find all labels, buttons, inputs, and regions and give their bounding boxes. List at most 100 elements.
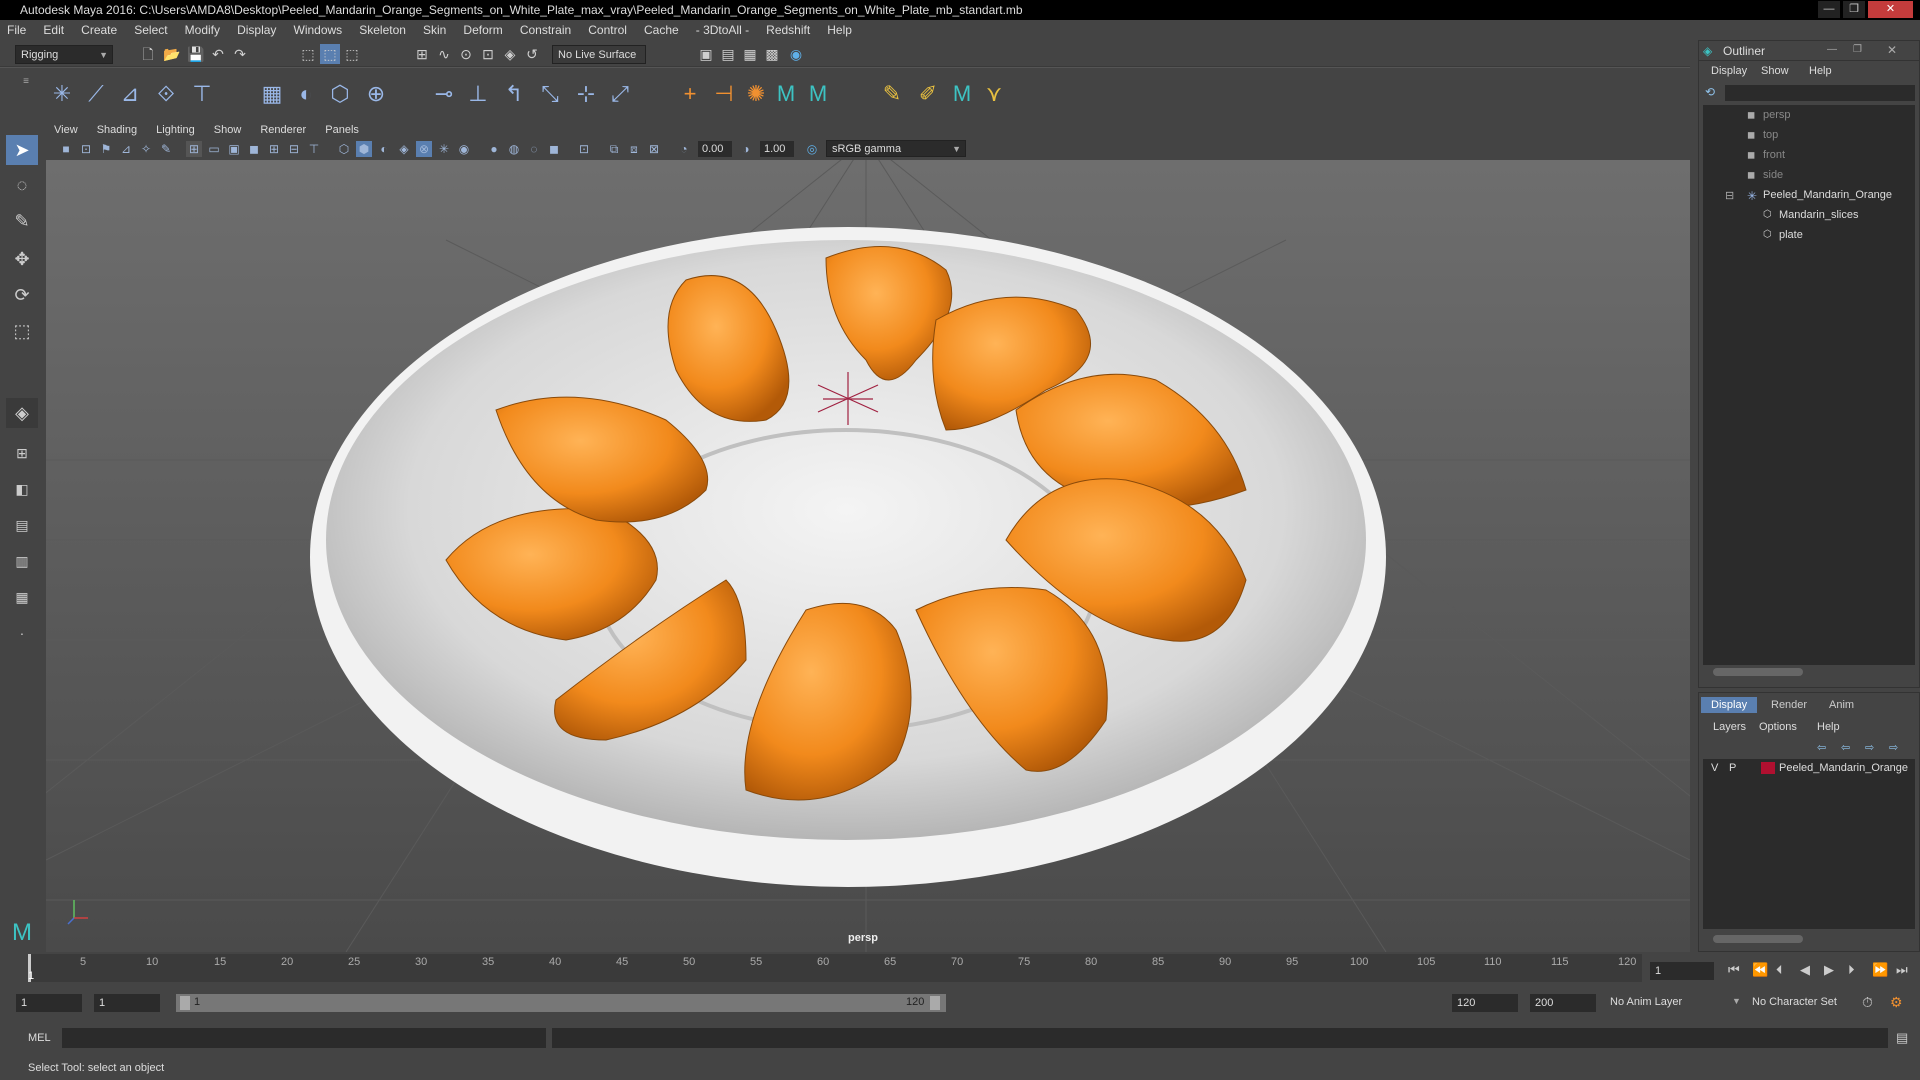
film-gate-icon[interactable]: ▭	[206, 141, 222, 157]
redo-icon[interactable]: ↷	[230, 44, 250, 64]
menu-file[interactable]: File	[0, 20, 33, 41]
menu-create[interactable]: Create	[74, 20, 124, 41]
ik-spline-icon[interactable]: ⊿	[114, 78, 146, 110]
cluster-handle-icon[interactable]: ⊣	[708, 78, 740, 110]
safe-action-icon[interactable]: ⊟	[286, 141, 302, 157]
frame-all-icon[interactable]: ⊠	[646, 141, 662, 157]
outliner-item-front[interactable]: front	[1763, 149, 1785, 161]
grease-pencil-icon[interactable]: ✎	[158, 141, 174, 157]
ambient-occlusion-icon[interactable]: ◉	[456, 141, 472, 157]
grid-toggle-icon[interactable]: ⊞	[186, 141, 202, 157]
menu-help[interactable]: Help	[820, 20, 859, 41]
graph-layout-icon[interactable]: ▥	[6, 546, 38, 576]
smooth-skin-icon[interactable]: ◐	[290, 78, 322, 110]
menu-control[interactable]: Control	[581, 20, 634, 41]
menu-3dtoall[interactable]: - 3DtoAll -	[689, 20, 756, 41]
layer-menu-help[interactable]: Help	[1817, 721, 1840, 733]
outliner-refresh-icon[interactable]: ⟲	[1705, 85, 1715, 99]
gamma-icon[interactable]: ◑	[738, 141, 754, 157]
snap-point-icon[interactable]: ⊙	[456, 44, 476, 64]
outliner-menu-show[interactable]: Show	[1761, 65, 1789, 77]
snap-edge-icon[interactable]: ↺	[522, 44, 542, 64]
range-start-handle[interactable]	[180, 996, 190, 1010]
range-slider-bar[interactable]: 1 120	[176, 994, 946, 1012]
layer-menu-layers[interactable]: Layers	[1713, 721, 1746, 733]
outliner-item-top[interactable]: top	[1763, 129, 1778, 141]
new-layer-selected-icon[interactable]: ⇨	[1889, 741, 1898, 754]
isolate-select-icon[interactable]: ⊡	[576, 141, 592, 157]
layer-name[interactable]: Peeled_Mandarin_Orange	[1779, 762, 1908, 774]
resolution-gate-icon[interactable]: ▣	[226, 141, 242, 157]
layout-options-icon[interactable]: ·	[6, 618, 38, 648]
camera-select-icon[interactable]: ■	[58, 141, 74, 157]
menu-modify[interactable]: Modify	[178, 20, 227, 41]
menu-redshift[interactable]: Redshift	[759, 20, 817, 41]
anim-layer-dropdown[interactable]: No Anim Layer	[1610, 996, 1682, 1008]
layer-playback-toggle[interactable]: P	[1729, 762, 1736, 774]
layer-scrollbar[interactable]	[1713, 935, 1803, 943]
step-back-key-icon[interactable]: ⏪	[1752, 962, 1768, 978]
outliner-item-persp[interactable]: persp	[1763, 109, 1791, 121]
single-view-icon[interactable]: ◈	[6, 398, 38, 428]
lasso-tool-icon[interactable]: ◌	[6, 170, 38, 200]
select-tool-icon[interactable]: ➤	[6, 135, 38, 165]
color-management-icon[interactable]: ◎	[804, 141, 820, 157]
joint-tool-icon[interactable]: ✳	[46, 78, 78, 110]
perspective-viewport[interactable]: persp	[46, 160, 1690, 952]
ipr-render-icon[interactable]: ▤	[718, 44, 738, 64]
go-to-end-icon[interactable]: ⏭	[1896, 962, 1908, 978]
step-forward-frame-icon[interactable]: ⏵	[1848, 962, 1855, 978]
2d-pan-icon[interactable]: ✧	[138, 141, 154, 157]
orient-constraint-icon[interactable]: ↰	[498, 78, 530, 110]
camera-attr-icon[interactable]: ⊡	[78, 141, 94, 157]
render-settings-icon[interactable]: ▦	[740, 44, 760, 64]
go-to-start-icon[interactable]: ⏮	[1728, 962, 1740, 978]
paint-skin-icon[interactable]: ✐	[912, 78, 944, 110]
minimize-button[interactable]: —	[1818, 1, 1840, 18]
panel-menu-lighting[interactable]: Lighting	[148, 120, 203, 140]
new-scene-icon[interactable]: 🗋	[138, 44, 158, 64]
menu-edit[interactable]: Edit	[36, 20, 71, 41]
playback-start-field[interactable]: 1	[94, 994, 160, 1012]
menu-skeleton[interactable]: Skeleton	[352, 20, 413, 41]
menu-deform[interactable]: Deform	[456, 20, 509, 41]
panel-menu-shading[interactable]: Shading	[89, 120, 145, 140]
xray-icon[interactable]: ⊗	[416, 141, 432, 157]
parent-constraint-icon[interactable]: ⊹	[570, 78, 602, 110]
outliner-search-input[interactable]	[1725, 85, 1915, 101]
outliner-item-side[interactable]: side	[1763, 169, 1783, 181]
maximize-button[interactable]: ❐	[1843, 1, 1865, 18]
wireframe-icon[interactable]: ⬡	[336, 141, 352, 157]
aim-constraint-icon[interactable]: ⊥	[462, 78, 494, 110]
hypershade-layout-icon[interactable]: ▦	[6, 582, 38, 612]
point-constraint-icon[interactable]: ⊸	[428, 78, 460, 110]
menu-cache[interactable]: Cache	[637, 20, 686, 41]
menu-constrain[interactable]: Constrain	[513, 20, 578, 41]
locator-icon[interactable]: +	[674, 78, 706, 110]
animation-end-field[interactable]: 200	[1530, 994, 1596, 1012]
outliner-minimize-button[interactable]: —	[1827, 44, 1837, 55]
backface-icon[interactable]: ◼	[546, 141, 562, 157]
outliner-menu-help[interactable]: Help	[1809, 65, 1832, 77]
rotate-tool-icon[interactable]: ⟳	[6, 280, 38, 310]
animation-start-field[interactable]: 1	[16, 994, 82, 1012]
live-surface-field[interactable]: No Live Surface	[552, 45, 646, 64]
undo-icon[interactable]: ↶	[208, 44, 228, 64]
playback-end-field[interactable]: 120	[1452, 994, 1518, 1012]
snap-curve-icon[interactable]: ∿	[434, 44, 454, 64]
tab-anim[interactable]: Anim	[1829, 699, 1854, 711]
gate-mask-icon[interactable]: ◼	[246, 141, 262, 157]
two-view-icon[interactable]: ◧	[6, 474, 38, 504]
play-backwards-icon[interactable]: ◀	[1800, 962, 1810, 978]
shadows-icon[interactable]: ✳	[436, 141, 452, 157]
bookmark-icon[interactable]: ⚑	[98, 141, 114, 157]
paint-weights-icon[interactable]: ✎	[876, 78, 908, 110]
gamma-field[interactable]: 1.00	[760, 141, 794, 157]
layer-color-swatch[interactable]	[1761, 762, 1775, 774]
mirror-joint-icon[interactable]: ⟐	[150, 78, 182, 110]
menuset-dropdown[interactable]: Rigging ▼	[15, 45, 113, 64]
tab-render[interactable]: Render	[1771, 699, 1807, 711]
wrap-icon[interactable]: M	[802, 78, 834, 110]
ik-handle-icon[interactable]: ⟋	[80, 78, 112, 110]
range-end-handle[interactable]	[930, 996, 940, 1010]
